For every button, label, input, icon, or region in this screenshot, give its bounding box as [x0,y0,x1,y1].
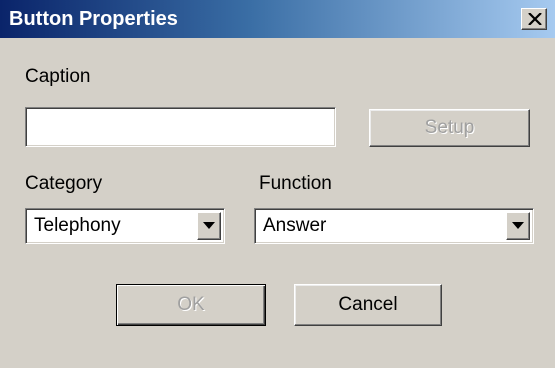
window-title: Button Properties [9,8,178,30]
category-label: Category [25,173,103,194]
function-dropdown[interactable]: Answer [254,208,534,244]
ok-button[interactable]: OK [116,284,266,326]
function-selected-value: Answer [263,215,327,236]
setup-button-label: Setup [424,117,475,138]
caption-label: Caption [25,66,91,87]
close-x-icon [528,13,542,25]
cancel-button[interactable]: Cancel [294,284,442,326]
button-properties-dialog: Button Properties Caption Setup Category… [0,0,555,368]
category-selected-value: Telephony [34,215,121,236]
title-bar[interactable]: Button Properties [0,0,555,38]
function-dropdown-button[interactable] [506,212,530,240]
category-dropdown[interactable]: Telephony [25,208,225,244]
caption-input[interactable] [25,107,336,147]
setup-button[interactable]: Setup [369,109,530,147]
close-button[interactable] [521,8,547,30]
dropdown-arrow-icon [512,222,524,229]
category-dropdown-button[interactable] [197,212,221,240]
cancel-button-label: Cancel [338,294,398,315]
function-label: Function [259,173,332,194]
dropdown-arrow-icon [203,222,215,229]
ok-button-label: OK [177,294,205,315]
